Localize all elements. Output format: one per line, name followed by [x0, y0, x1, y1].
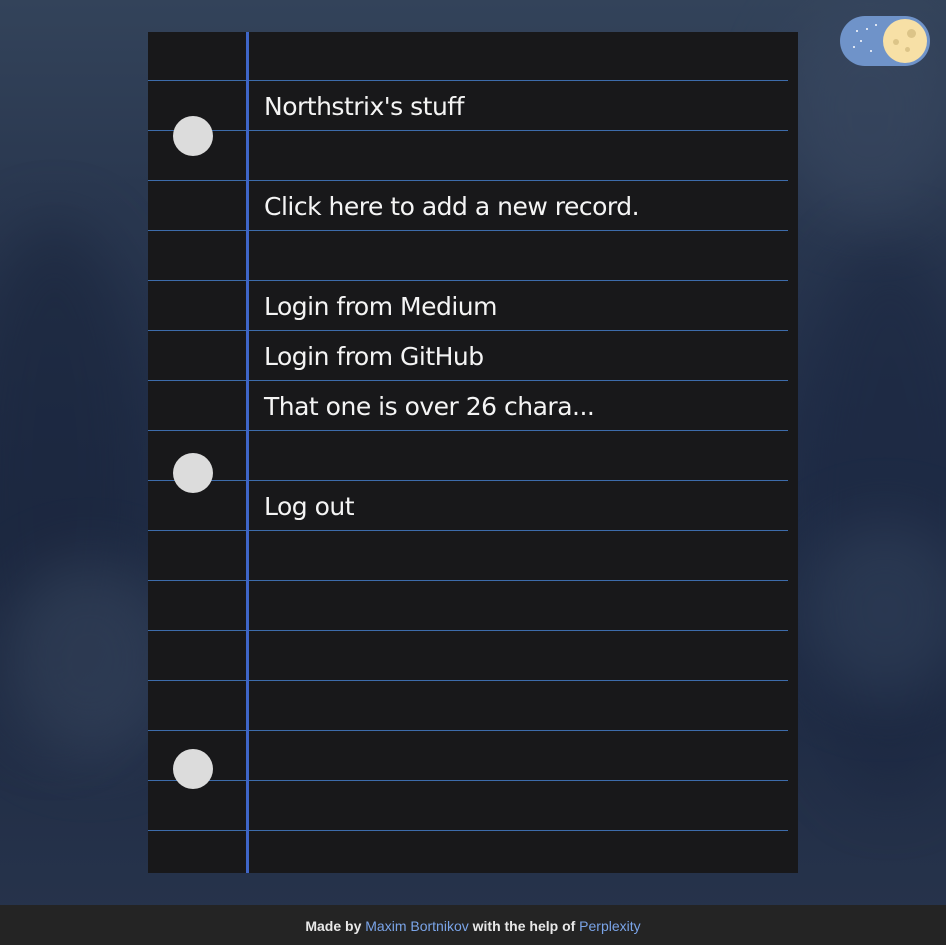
record-item-github[interactable]: Login from GitHub — [264, 337, 484, 377]
notebook-paper: Northstrix's stuff Click here to add a n… — [148, 32, 798, 873]
logout-link[interactable]: Log out — [264, 487, 355, 527]
ruled-line — [148, 630, 788, 631]
ruled-line — [148, 430, 788, 431]
ruled-line — [148, 480, 788, 481]
punch-hole — [173, 116, 213, 156]
ruled-line — [148, 280, 788, 281]
punch-hole — [173, 453, 213, 493]
add-record-link[interactable]: Click here to add a new record. — [264, 187, 640, 227]
punch-hole — [173, 749, 213, 789]
star-icon — [875, 24, 877, 26]
ruled-line — [148, 830, 788, 831]
moon-crater — [905, 47, 910, 52]
record-item-medium[interactable]: Login from Medium — [264, 287, 497, 327]
moon-crater — [893, 39, 899, 45]
theme-toggle[interactable] — [840, 16, 930, 66]
moon-toggle-icon[interactable] — [883, 19, 927, 63]
star-icon — [853, 46, 855, 48]
ruled-line — [148, 680, 788, 681]
star-icon — [866, 28, 868, 30]
ruled-line — [148, 730, 788, 731]
footer-middle: with the help of — [472, 918, 576, 934]
ruled-line — [148, 380, 788, 381]
star-icon — [870, 50, 872, 52]
background-blur — [790, 240, 946, 800]
ruled-line — [148, 530, 788, 531]
ruled-line — [148, 130, 788, 131]
ruled-line — [148, 80, 788, 81]
footer: Made by Maxim Bortnikov with the help of… — [0, 905, 946, 945]
author-link[interactable]: Maxim Bortnikov — [365, 918, 468, 934]
ruled-line — [148, 780, 788, 781]
perplexity-link[interactable]: Perplexity — [579, 918, 640, 934]
ruled-line — [148, 180, 788, 181]
margin-line — [246, 32, 249, 873]
record-item-long[interactable]: That one is over 26 chara... — [264, 387, 595, 427]
ruled-line — [148, 330, 788, 331]
star-icon — [856, 30, 858, 32]
moon-crater — [907, 29, 916, 38]
ruled-line — [148, 580, 788, 581]
page-title: Northstrix's stuff — [264, 92, 464, 121]
footer-prefix: Made by — [305, 918, 362, 934]
star-icon — [860, 40, 862, 42]
ruled-line — [148, 230, 788, 231]
